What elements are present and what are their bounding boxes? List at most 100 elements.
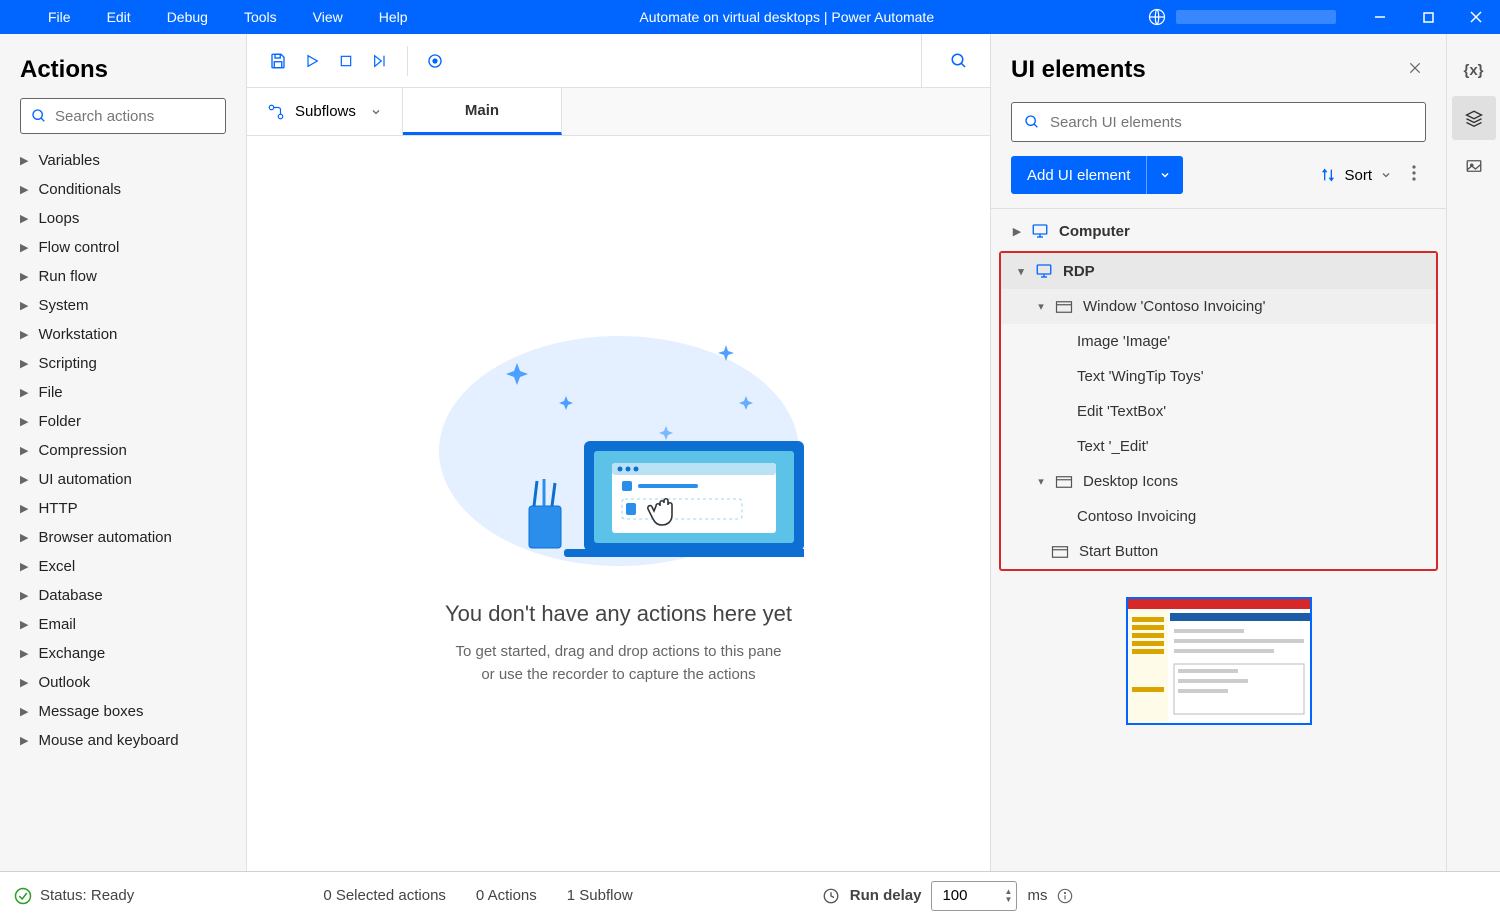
stop-button[interactable] [329, 44, 363, 78]
flow-canvas[interactable]: You don't have any actions here yet To g… [247, 136, 990, 871]
search-icon [31, 108, 47, 124]
monitor-icon [1031, 222, 1049, 240]
action-category[interactable]: ▶Email [0, 610, 246, 639]
actions-list[interactable]: ▶Variables ▶Conditionals ▶Loops ▶Flow co… [0, 146, 246, 871]
menu-edit[interactable]: Edit [89, 0, 149, 34]
tree-node-computer[interactable]: ▶ Computer [997, 213, 1440, 249]
run-button[interactable] [295, 44, 329, 78]
environment-icon [1148, 8, 1166, 26]
action-category[interactable]: ▶System [0, 291, 246, 320]
more-options-button[interactable] [1402, 159, 1426, 192]
action-label: Variables [38, 152, 99, 169]
tree-node-desktop-icons[interactable]: ▾ Desktop Icons [1001, 464, 1436, 499]
info-icon[interactable] [1057, 888, 1073, 904]
chevron-down-icon [1380, 169, 1392, 181]
save-button[interactable] [261, 44, 295, 78]
tree-leaf[interactable]: Contoso Invoicing [1001, 499, 1436, 534]
image-icon [1465, 157, 1483, 175]
tab-main[interactable]: Main [403, 88, 562, 135]
sort-button[interactable]: Sort [1310, 161, 1402, 190]
action-category[interactable]: ▶Conditionals [0, 175, 246, 204]
action-category[interactable]: ▶Outlook [0, 668, 246, 697]
action-label: Exchange [38, 645, 105, 662]
subflows-button[interactable]: Subflows [247, 88, 403, 135]
close-panel-button[interactable] [1404, 57, 1426, 84]
action-category[interactable]: ▶ Variables [0, 146, 246, 175]
minimize-button[interactable] [1356, 0, 1404, 34]
environment-badge[interactable] [1148, 8, 1356, 26]
action-category[interactable]: ▶Loops [0, 204, 246, 233]
chevron-down-icon: ▾ [1013, 265, 1029, 278]
tree-leaf[interactable]: Text 'WingTip Toys' [1001, 359, 1436, 394]
tree-leaf[interactable]: Text '_Edit' [1001, 429, 1436, 464]
menu-help[interactable]: Help [361, 0, 426, 34]
search-flow-button[interactable] [942, 44, 976, 78]
action-category[interactable]: ▶Mouse and keyboard [0, 726, 246, 755]
action-category[interactable]: ▶Browser automation [0, 523, 246, 552]
action-category[interactable]: ▶Message boxes [0, 697, 246, 726]
search-icon [1024, 114, 1040, 130]
tree-leaf[interactable]: Edit 'TextBox' [1001, 394, 1436, 429]
action-category[interactable]: ▶Folder [0, 407, 246, 436]
empty-state-illustration [434, 321, 804, 571]
menu-debug[interactable]: Debug [149, 0, 226, 34]
menu-tools[interactable]: Tools [226, 0, 295, 34]
chevron-down-icon [1159, 169, 1171, 181]
add-ui-element-button[interactable]: Add UI element [1011, 156, 1183, 194]
action-label: HTTP [38, 500, 77, 517]
action-label: Excel [38, 558, 75, 575]
action-category[interactable]: ▶Run flow [0, 262, 246, 291]
actions-panel: Actions ▶Variables ▶Conditionals ▶Loops … [0, 34, 247, 871]
highlighted-rdp-section: ▾ RDP ▾ Window 'Contoso Invoicing' Image… [999, 251, 1438, 571]
action-category[interactable]: ▶Exchange [0, 639, 246, 668]
action-category[interactable]: ▶UI automation [0, 465, 246, 494]
tree-node-start-button[interactable]: Start Button [1001, 534, 1436, 569]
window-icon [1055, 300, 1073, 314]
add-ui-element-dropdown[interactable] [1146, 156, 1183, 194]
clock-icon [822, 887, 840, 905]
toolbar [247, 34, 990, 88]
ui-elements-search-input[interactable] [1050, 114, 1413, 131]
images-rail-button[interactable] [1452, 144, 1496, 188]
run-delay-input[interactable] [942, 887, 986, 904]
sort-label: Sort [1344, 167, 1372, 184]
ui-elements-rail-button[interactable] [1452, 96, 1496, 140]
action-category[interactable]: ▶Flow control [0, 233, 246, 262]
record-button[interactable] [418, 44, 452, 78]
delay-spinner[interactable]: ▲▼ [1005, 888, 1013, 904]
step-button[interactable] [363, 44, 397, 78]
tree-label: Start Button [1079, 543, 1158, 560]
action-category[interactable]: ▶Excel [0, 552, 246, 581]
action-category[interactable]: ▶Database [0, 581, 246, 610]
tree-node-rdp[interactable]: ▾ RDP [1001, 253, 1436, 289]
action-category[interactable]: ▶File [0, 378, 246, 407]
run-delay-input-wrap[interactable]: ▲▼ [931, 881, 1017, 911]
action-category[interactable]: ▶Compression [0, 436, 246, 465]
variables-rail-button[interactable]: {x} [1452, 48, 1496, 92]
right-rail: {x} [1446, 34, 1500, 871]
action-label: Outlook [38, 674, 90, 691]
ui-elements-search[interactable] [1011, 102, 1426, 142]
action-category[interactable]: ▶Scripting [0, 349, 246, 378]
tree-leaf[interactable]: Image 'Image' [1001, 324, 1436, 359]
menu-file[interactable]: File [30, 0, 89, 34]
close-button[interactable] [1452, 0, 1500, 34]
maximize-button[interactable] [1404, 0, 1452, 34]
action-label: Conditionals [38, 181, 121, 198]
menu-view[interactable]: View [295, 0, 361, 34]
action-category[interactable]: ▶HTTP [0, 494, 246, 523]
preview-thumbnail[interactable] [1126, 597, 1312, 725]
chevron-right-icon: ▶ [20, 589, 28, 602]
chevron-right-icon: ▶ [20, 154, 28, 167]
tree-node-window[interactable]: ▾ Window 'Contoso Invoicing' [1001, 289, 1436, 324]
chevron-right-icon: ▶ [20, 299, 28, 312]
sort-icon [1320, 167, 1336, 183]
chevron-down-icon: ▾ [1033, 300, 1049, 313]
subflows-label: Subflows [295, 103, 356, 120]
chevron-right-icon: ▶ [20, 473, 28, 486]
run-delay-label: Run delay [850, 887, 922, 904]
actions-search-input[interactable] [55, 108, 254, 125]
actions-search[interactable] [20, 98, 226, 134]
action-category[interactable]: ▶Workstation [0, 320, 246, 349]
spinner-down-icon[interactable]: ▼ [1005, 896, 1013, 904]
